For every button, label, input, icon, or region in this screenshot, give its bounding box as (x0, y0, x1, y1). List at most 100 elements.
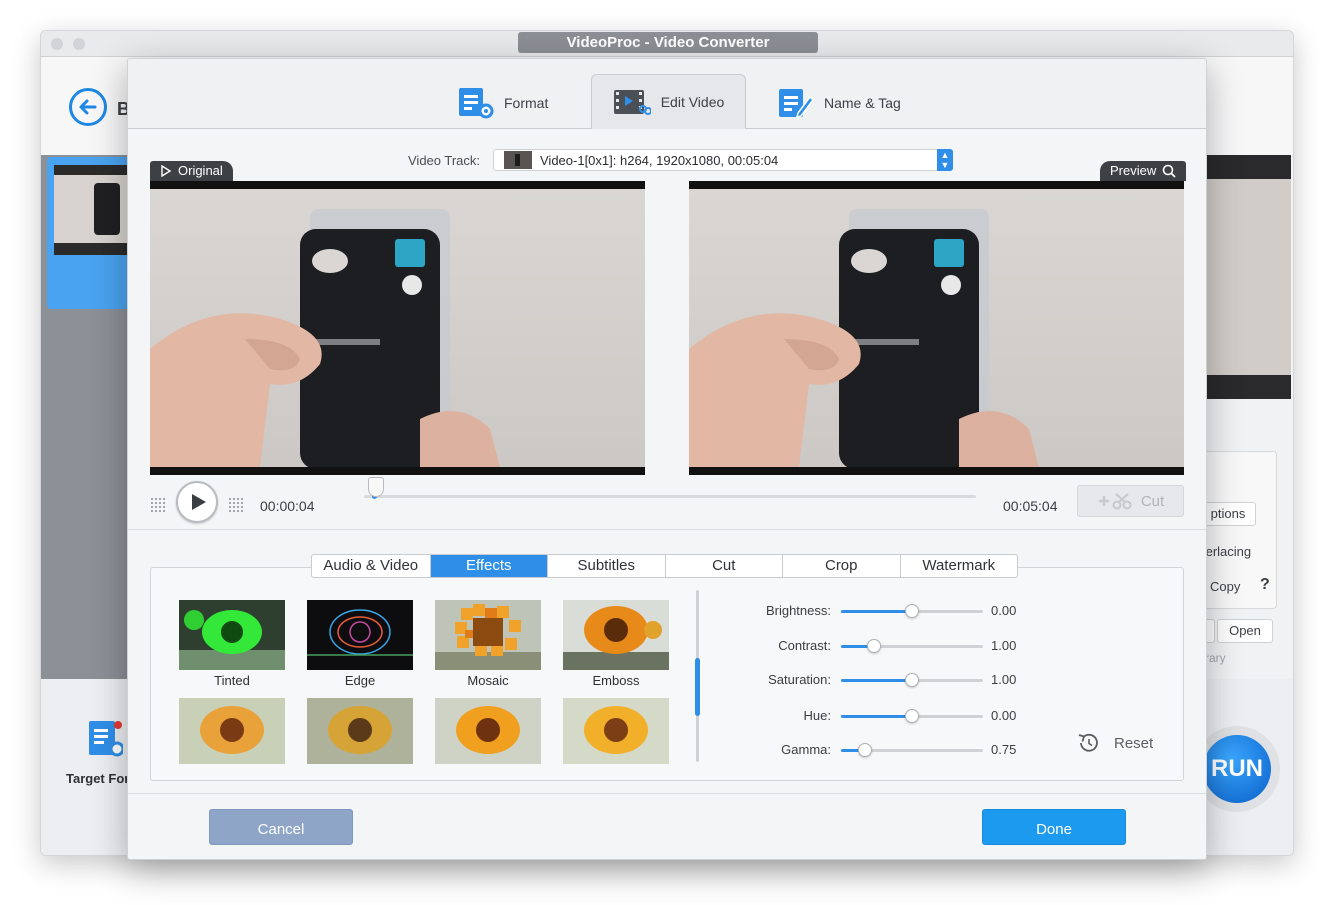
contrast-label: Contrast: (778, 638, 831, 653)
contrast-value: 1.00 (991, 638, 1017, 653)
tab-edit-video-label: Edit Video (660, 94, 725, 110)
library-label: rary (1205, 651, 1226, 665)
subtab-watermark[interactable]: Watermark (899, 555, 1018, 577)
tab-name-tag[interactable]: Name & Tag (778, 75, 901, 130)
tab-name-tag-label: Name & Tag (824, 94, 901, 111)
effect-row2-1[interactable] (179, 698, 285, 764)
tab-edit-video[interactable]: Edit Video (591, 74, 746, 129)
edit-video-dialog: Format Edit Video Name & Tag Video Track… (127, 58, 1207, 860)
main-titlebar: VideoProc - Video Converter (41, 31, 1293, 57)
edit-video-icon (613, 90, 651, 115)
auto-copy-label: Copy (1210, 579, 1241, 594)
trim-start-grip-icon[interactable] (150, 497, 166, 513)
cut-button[interactable]: Cut (1077, 485, 1184, 517)
open-folder-button[interactable]: Open (1217, 619, 1273, 643)
brightness-slider[interactable]: Brightness: 0.00 (741, 601, 1041, 621)
target-format-icon[interactable] (89, 719, 125, 759)
cancel-button[interactable]: Cancel (209, 809, 353, 845)
help-icon[interactable]: ? (1260, 576, 1270, 594)
subtab-subtitles[interactable]: Subtitles (547, 555, 665, 577)
seek-handle[interactable] (368, 477, 384, 497)
effect-row2-2-swatch (307, 698, 413, 764)
effect-row2-4[interactable] (563, 698, 669, 764)
effect-row2-3-swatch (435, 698, 541, 764)
divider (128, 793, 1206, 794)
source-video-thumbnail (54, 165, 129, 255)
effect-emboss-label: Emboss (592, 673, 640, 688)
original-badge: Original (150, 161, 233, 181)
original-video-frame (150, 181, 645, 475)
trim-end-grip-icon[interactable] (228, 497, 244, 513)
saturation-value: 1.00 (991, 672, 1017, 687)
play-icon (192, 494, 206, 510)
back-button[interactable] (69, 88, 107, 126)
saturation-knob[interactable] (905, 673, 919, 687)
effect-mosaic-swatch (435, 600, 541, 670)
brightness-track[interactable] (841, 604, 983, 618)
right-settings-panel: ptions terlacing Copy ? (1200, 451, 1277, 609)
subtab-crop[interactable]: Crop (782, 555, 900, 577)
contrast-slider[interactable]: Contrast: 1.00 (741, 636, 1041, 656)
saturation-slider[interactable]: Saturation: 1.00 (741, 670, 1041, 690)
divider (128, 529, 1206, 530)
cut-button-label: Cut (1140, 492, 1165, 510)
deinterlacing-label: terlacing (1202, 544, 1252, 559)
run-button[interactable]: RUN (1203, 735, 1271, 803)
brightness-knob[interactable] (905, 604, 919, 618)
tab-format[interactable]: Format (458, 75, 548, 130)
gamma-value: 0.75 (991, 742, 1017, 757)
effect-row2-1-swatch (179, 698, 285, 764)
effects-scrollbar-thumb[interactable] (695, 658, 700, 716)
effect-emboss-swatch (563, 600, 669, 670)
options-button[interactable]: ptions (1200, 502, 1256, 526)
effect-row2-3[interactable] (435, 698, 541, 764)
gamma-slider[interactable]: Gamma: 0.75 (741, 740, 1041, 760)
subtab-audio-video[interactable]: Audio & Video (312, 555, 430, 577)
name-tag-icon (779, 88, 814, 118)
magnifier-icon (1162, 164, 1176, 178)
effect-emboss[interactable]: Emboss (563, 600, 669, 688)
window-close-control[interactable] (51, 38, 63, 50)
effect-mosaic[interactable]: Mosaic (435, 600, 541, 688)
video-track-select[interactable]: Video-1[0x1]: h264, 1920x1080, 00:05:04 … (493, 149, 953, 171)
video-track-value: Video-1[0x1]: h264, 1920x1080, 00:05:04 (540, 153, 779, 168)
seek-bar[interactable] (364, 495, 976, 498)
contrast-track[interactable] (841, 639, 983, 653)
effect-edge[interactable]: Edge (307, 600, 413, 688)
effect-tinted[interactable]: Tinted (179, 600, 285, 688)
select-arrows-icon[interactable]: ▲ ▼ (937, 149, 953, 171)
subtab-cut[interactable]: Cut (664, 555, 783, 577)
play-button[interactable] (176, 481, 218, 523)
hue-track[interactable] (841, 709, 983, 723)
hue-knob[interactable] (905, 709, 919, 723)
brightness-value: 0.00 (991, 603, 1017, 618)
total-time: 00:05:04 (1003, 498, 1058, 514)
hue-slider[interactable]: Hue: 0.00 (741, 706, 1041, 726)
target-format-label: Target For (66, 771, 130, 786)
video-track-thumbnail (504, 151, 532, 169)
tab-format-label: Format (504, 94, 549, 111)
reset-button[interactable]: Reset (1076, 732, 1153, 754)
effect-tinted-swatch (179, 600, 285, 670)
preview-badge[interactable]: Preview (1100, 161, 1187, 181)
contrast-knob[interactable] (867, 639, 881, 653)
gamma-track[interactable] (841, 743, 983, 757)
effect-edge-swatch (307, 600, 413, 670)
gamma-knob[interactable] (858, 743, 872, 757)
saturation-track[interactable] (841, 673, 983, 687)
done-button[interactable]: Done (982, 809, 1126, 845)
effect-mosaic-label: Mosaic (467, 673, 509, 688)
hue-value: 0.00 (991, 708, 1017, 723)
back-arrow-icon (79, 99, 97, 115)
brightness-label: Brightness: (765, 603, 831, 618)
original-badge-label: Original (178, 163, 223, 178)
effect-row2-2[interactable] (307, 698, 413, 764)
reset-label: Reset (1114, 734, 1154, 752)
subtab-effects[interactable]: Effects (429, 555, 547, 577)
effects-panel: Tinted Edge Mosaic Emboss Brightness: 0.… (150, 567, 1184, 781)
add-cut-icon (1098, 493, 1132, 510)
saturation-label: Saturation: (768, 672, 831, 687)
window-minimize-control[interactable] (73, 38, 85, 50)
reset-icon (1078, 733, 1098, 752)
effect-tinted-label: Tinted (214, 673, 250, 688)
